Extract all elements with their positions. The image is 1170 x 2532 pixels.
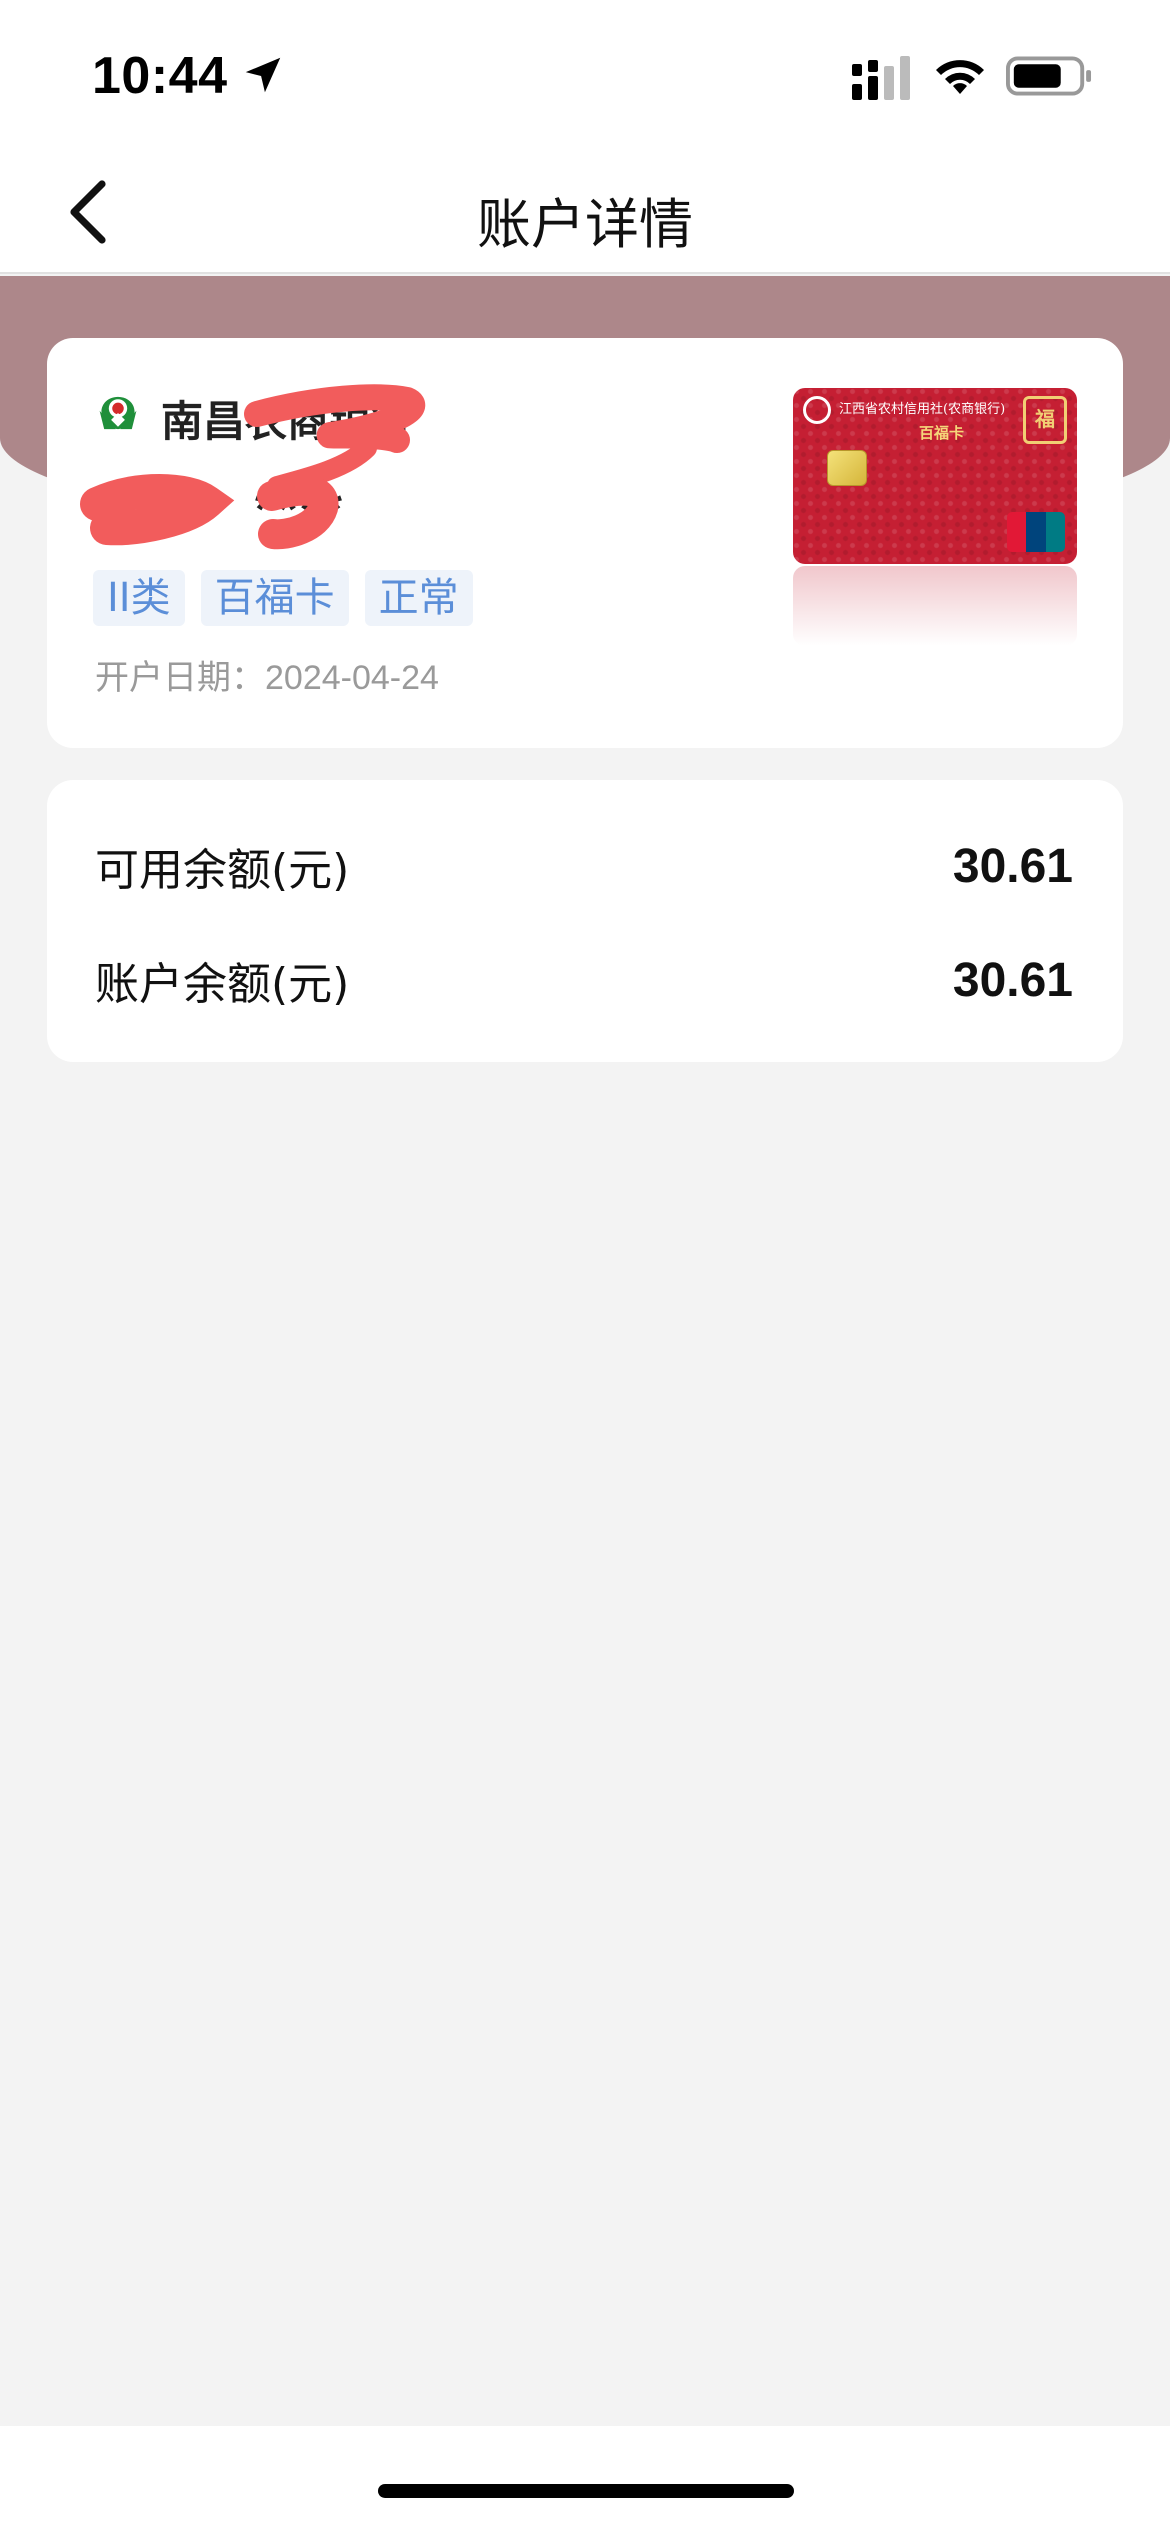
available-balance-row: 可用余额(元) 30.61 xyxy=(95,836,1073,897)
card-seal-icon: 福 xyxy=(1023,396,1067,444)
bank-card-image: 江西省农村信用社(农商银行) 百福卡 福 xyxy=(793,388,1077,564)
account-balance-row: 账户余额(元) 30.61 xyxy=(95,950,1073,1011)
open-date-label: 开户日期： xyxy=(95,658,265,698)
wifi-icon xyxy=(936,60,984,94)
home-indicator[interactable] xyxy=(378,2484,794,2498)
account-card: 南昌农商银行 **** II类 百福卡 正常 开户日期：2024-04-24 江… xyxy=(47,338,1123,748)
card-chip-icon xyxy=(827,450,867,486)
page-title: 账户详情 xyxy=(477,193,693,256)
nav-bar: 账户详情 xyxy=(0,150,1170,274)
account-tags: II类 百福卡 正常 xyxy=(93,570,473,626)
account-balance-value: 30.61 xyxy=(952,953,1073,1007)
available-balance-label: 可用余额(元) xyxy=(95,845,350,896)
tag-card-product: 百福卡 xyxy=(200,570,349,626)
home-indicator-area xyxy=(0,2426,1170,2532)
balance-card: 可用余额(元) 30.61 账户余额(元) 30.61 xyxy=(47,780,1123,1062)
tag-status: 正常 xyxy=(364,570,473,626)
battery-icon xyxy=(1006,56,1092,96)
card-issuer-logo-icon xyxy=(803,396,831,424)
cellular-signal-icon xyxy=(852,56,910,100)
open-date: 开户日期：2024-04-24 xyxy=(95,650,439,699)
unionpay-logo-icon xyxy=(1007,512,1065,552)
open-date-value: 2024-04-24 xyxy=(265,659,439,697)
status-bar: 10:44 xyxy=(0,0,1170,150)
location-arrow-icon xyxy=(245,57,281,93)
card-number-masked: **** xyxy=(255,481,344,539)
card-reflection xyxy=(793,566,1077,646)
account-balance-label: 账户余额(元) xyxy=(95,959,350,1010)
tag-account-class: II类 xyxy=(93,570,185,626)
card-product-text: 百福卡 xyxy=(919,424,965,442)
bank-logo-icon xyxy=(99,396,137,430)
available-balance-value: 30.61 xyxy=(952,839,1073,893)
card-issuer-text: 江西省农村信用社(农商银行) xyxy=(839,402,1006,417)
bank-name: 南昌农商银行 xyxy=(161,397,414,446)
status-time: 10:44 xyxy=(92,47,228,105)
